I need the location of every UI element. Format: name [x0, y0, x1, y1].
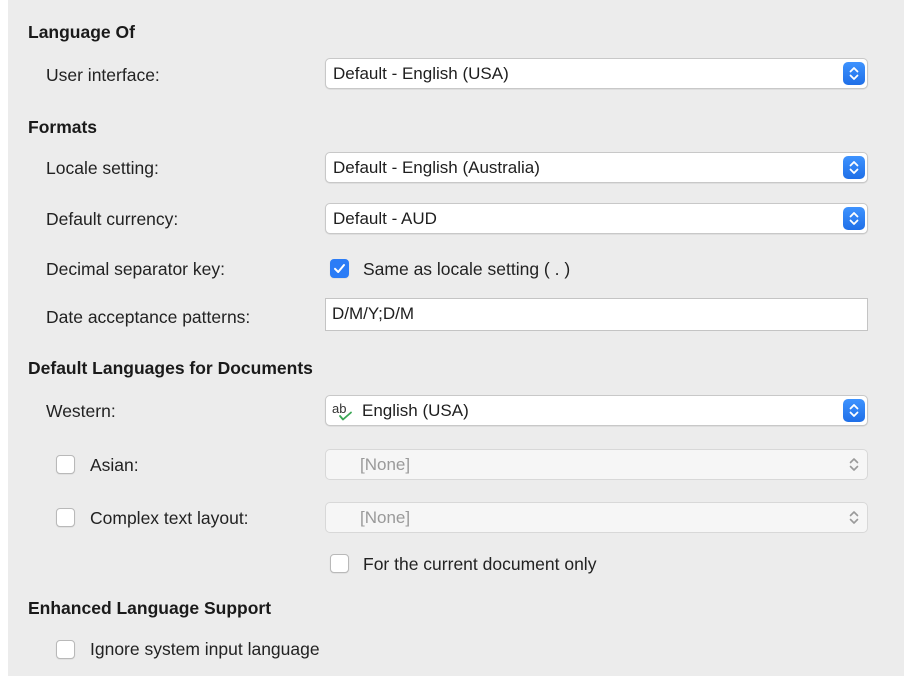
date-acceptance-input[interactable] [332, 304, 852, 324]
complex-text-layout-value: [None] [360, 508, 411, 527]
ignore-input-language-checkbox[interactable] [56, 640, 75, 659]
chevron-updown-icon [843, 506, 865, 529]
decimal-separator-label: Decimal separator key: [46, 259, 225, 279]
section-title-enhanced-language: Enhanced Language Support [28, 598, 272, 618]
asian-language-select[interactable]: [None] [325, 449, 868, 480]
current-document-only-checkbox[interactable] [330, 554, 349, 573]
complex-text-layout-label[interactable]: Complex text layout: [90, 507, 249, 529]
user-interface-value: Default - English (USA) [333, 64, 509, 83]
asian-checkbox[interactable] [56, 455, 75, 474]
section-title-formats: Formats [28, 117, 98, 137]
locale-setting-label: Locale setting: [46, 158, 159, 178]
western-language-select[interactable]: ab English (USA) [325, 395, 868, 426]
western-language-value: English (USA) [362, 401, 469, 420]
spellcheck-icon: ab [331, 400, 359, 427]
section-title-default-languages: Default Languages for Documents [28, 358, 313, 378]
chevron-updown-icon [843, 399, 865, 422]
locale-setting-select[interactable]: Default - English (Australia) [325, 152, 868, 183]
svg-text:ab: ab [332, 401, 346, 416]
decimal-separator-checkbox[interactable] [330, 259, 349, 278]
asian-label[interactable]: Asian: [90, 454, 139, 476]
locale-setting-value: Default - English (Australia) [333, 158, 540, 177]
user-interface-label: User interface: [46, 65, 160, 85]
date-acceptance-field[interactable] [325, 298, 868, 331]
decimal-separator-checkbox-label[interactable]: Same as locale setting ( . ) [363, 258, 570, 280]
date-acceptance-label: Date acceptance patterns: [46, 307, 251, 327]
chevron-updown-icon [843, 453, 865, 476]
default-currency-label: Default currency: [46, 209, 179, 229]
checkmark-icon [334, 264, 345, 273]
default-currency-select[interactable]: Default - AUD [325, 203, 868, 234]
asian-language-value: [None] [360, 455, 411, 474]
ignore-input-language-label[interactable]: Ignore system input language [90, 638, 320, 660]
current-document-only-label[interactable]: For the current document only [363, 553, 596, 575]
complex-text-layout-select[interactable]: [None] [325, 502, 868, 533]
chevron-updown-icon [843, 207, 865, 230]
western-label: Western: [46, 401, 116, 421]
section-title-language-of: Language Of [28, 22, 135, 42]
language-settings-panel: Language Of User interface: Default - En… [8, 0, 904, 676]
complex-text-layout-checkbox[interactable] [56, 508, 75, 527]
chevron-updown-icon [843, 62, 865, 85]
chevron-updown-icon [843, 156, 865, 179]
user-interface-select[interactable]: Default - English (USA) [325, 58, 868, 89]
default-currency-value: Default - AUD [333, 209, 437, 228]
